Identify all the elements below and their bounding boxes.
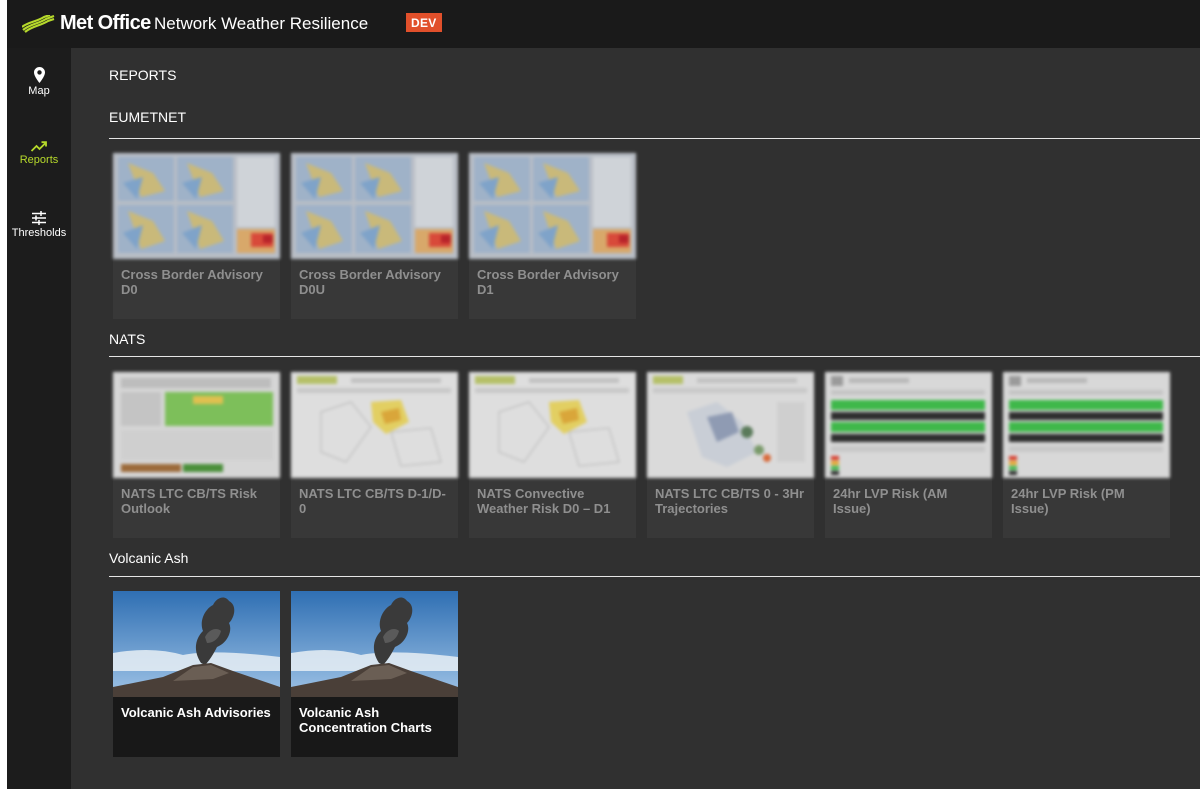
report-card-label: 24hr LVP Risk (AM Issue): [833, 486, 948, 516]
report-card[interactable]: Volcanic Ash Advisories: [113, 591, 280, 757]
report-card-label: Volcanic Ash Advisories: [121, 705, 271, 720]
report-card[interactable]: NATS Convective Weather Risk D0 – D1: [469, 372, 636, 538]
sidebar-item-label: Map: [28, 85, 50, 97]
report-thumbnail: [113, 153, 280, 259]
report-card[interactable]: 24hr LVP Risk (PM Issue): [1003, 372, 1170, 538]
report-thumbnail: [291, 372, 458, 478]
report-card-label: NATS LTC CB/TS D-1/D-0: [299, 486, 446, 516]
sidebar-nav: Map Reports Thresholds: [7, 48, 71, 789]
report-card[interactable]: Cross Border Advisory D1: [469, 153, 636, 319]
map-pin-icon: [33, 67, 45, 83]
report-card[interactable]: NATS LTC CB/TS D-1/D-0: [291, 372, 458, 538]
report-thumbnail: [825, 372, 992, 478]
app-window: Met Office Network Weather Resilience DE…: [7, 0, 1200, 789]
page-title: REPORTS: [109, 67, 177, 83]
report-card-label: NATS LTC CB/TS 0 - 3Hr Trajectories: [655, 486, 805, 516]
app-title: Network Weather Resilience: [154, 14, 369, 33]
sidebar-item-reports[interactable]: Reports: [7, 141, 71, 166]
report-thumbnail: [113, 372, 280, 478]
logo-waves-icon: [22, 14, 55, 33]
report-card[interactable]: 24hr LVP Risk (AM Issue): [825, 372, 992, 538]
section-divider: [109, 138, 1200, 139]
environment-badge: DEV: [406, 13, 442, 32]
report-card-label: Cross Border Advisory D0: [121, 267, 263, 297]
report-card-label: Cross Border Advisory D1: [477, 267, 619, 297]
report-thumbnail: [1003, 372, 1170, 478]
report-thumbnail: [291, 591, 458, 697]
sidebar-item-label: Reports: [19, 154, 59, 166]
report-thumbnail: [469, 153, 636, 259]
report-card[interactable]: Volcanic Ash Concentration Charts: [291, 591, 458, 757]
section-divider: [109, 576, 1200, 577]
trending-up-icon: [31, 141, 47, 152]
report-card-label: NATS Convective Weather Risk D0 – D1: [477, 486, 611, 516]
report-card-label: NATS LTC CB/TS Risk Outlook: [121, 486, 258, 516]
report-thumbnail: [113, 591, 280, 697]
report-card-label: Cross Border Advisory D0U: [299, 267, 441, 297]
main-content: REPORTS EUMETNET NATS Volcanic Ash Cross…: [71, 48, 1200, 789]
section-divider: [109, 356, 1200, 357]
sliders-icon: [32, 211, 46, 225]
sidebar-item-map[interactable]: Map: [7, 67, 71, 97]
met-office-logo[interactable]: Met Office: [22, 12, 151, 35]
section-title-volcanic-ash: Volcanic Ash: [109, 550, 189, 566]
report-card[interactable]: Cross Border Advisory D0: [113, 153, 280, 319]
top-bar: Met Office Network Weather Resilience DE…: [7, 0, 1200, 48]
sidebar-item-thresholds[interactable]: Thresholds: [7, 211, 71, 239]
section-title-eumetnet: EUMETNET: [109, 109, 186, 125]
section-title-nats: NATS: [109, 331, 146, 347]
report-thumbnail: [469, 372, 636, 478]
report-thumbnail: [647, 372, 814, 478]
report-thumbnail: [291, 153, 458, 259]
sidebar-item-label: Thresholds: [11, 227, 67, 239]
report-card-label: 24hr LVP Risk (PM Issue): [1011, 486, 1125, 516]
report-card[interactable]: Cross Border Advisory D0U: [291, 153, 458, 319]
report-card[interactable]: NATS LTC CB/TS Risk Outlook: [113, 372, 280, 538]
report-card-label: Volcanic Ash Concentration Charts: [299, 705, 432, 735]
logo-text: Met Office: [60, 12, 151, 34]
report-card[interactable]: NATS LTC CB/TS 0 - 3Hr Trajectories: [647, 372, 814, 538]
